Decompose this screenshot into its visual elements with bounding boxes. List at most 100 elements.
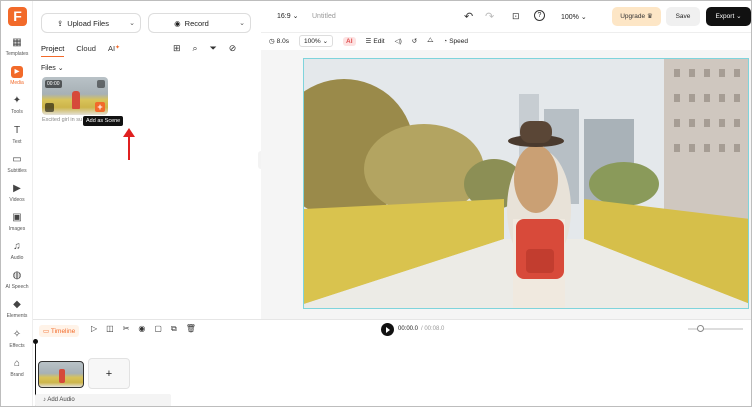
save-button[interactable]: Save [666,7,700,26]
clip-zoom-select[interactable]: 100% ⌄ [298,35,334,47]
rail-item-images[interactable]: ▣ Images [1,212,33,241]
chevron-down-icon: ⌄ [57,65,64,72]
panel-tools: ⊞ ⌕ ⏷ ⊘ [173,43,236,54]
clip-thumbnail-subject [59,369,65,383]
media-tabs: Project Cloud AI✦ [41,44,120,57]
edit-button[interactable]: ☰ Edit [365,37,385,46]
export-button[interactable]: Export ⌄ [706,7,751,26]
files-section-label[interactable]: Files ⌄ [41,64,64,72]
media-icon: ▸ [11,66,23,78]
timeline-clip[interactable] [38,361,84,388]
timeline-zoom-knob[interactable] [697,325,704,332]
add-scene-button[interactable]: + [88,358,130,389]
record-label: Record [184,18,209,28]
brand-logo[interactable]: F [8,7,27,26]
files-label-text: Files [41,65,56,72]
rail-item-label: Templates [5,51,29,57]
rail-item-label: Subtitles [7,168,27,174]
rail-item-label: AI Speech [5,284,29,290]
flip-icon[interactable]: ⧍ [427,37,433,45]
tab-cloud[interactable]: Cloud [76,44,96,57]
record-button[interactable]: ◉ Record ⌄ [148,13,251,33]
clip-toolbar: ◷ 8.0s 100% ⌄ AI ☰ Edit ◁) ↺ ⧍ ◔ Speed [269,32,748,50]
scissors-icon[interactable]: ✂ [123,324,130,334]
volume-icon[interactable]: ◁) [395,37,402,45]
delete-icon[interactable]: 🗑 [186,324,196,334]
images-icon: ▣ [12,212,22,223]
rail-item-tools[interactable]: ✦ Tools [1,95,33,124]
text-icon: T [13,125,21,136]
file-duration: 00:00 [45,80,62,88]
split-icon[interactable]: ◫ [106,324,114,334]
captions-icon[interactable]: ▢ [154,324,162,334]
new-folder-icon[interactable]: ⊞ [173,43,181,54]
speed-button[interactable]: ◔ Speed [443,38,468,45]
aspect-ratio-value: 16:9 [277,13,291,20]
clock-icon: ◷ [269,38,275,45]
chevron-down-icon[interactable]: ⌄ [234,19,250,27]
ai-tools-icon: ✦ [12,95,22,106]
scene-icon[interactable] [45,103,54,112]
tab-project[interactable]: Project [41,44,65,57]
editor-window: F ▦ Templates ▸ Media ✦ Tools T Text ▭ Subtitles ▶… [0,0,752,407]
rail-item-audio[interactable]: ♫ Audio [1,241,33,270]
rail-item-label: Effects [9,343,25,349]
ai-tools-button[interactable]: AI [343,36,356,46]
screenshot-icon[interactable]: ⊡ [512,11,520,22]
upload-files-label: Upload Files [67,18,109,28]
rotate-icon[interactable]: ↺ [412,37,417,45]
chevron-down-icon[interactable]: ⌄ [124,19,140,27]
help-icon[interactable]: ? [534,10,545,21]
rail-item-label: Audio [10,255,24,261]
subtitles-icon: ▭ [12,154,22,165]
play-clip-icon[interactable]: ▷ [91,324,97,334]
sparkle-icon: ✦ [115,45,121,51]
playhead-handle[interactable] [33,339,38,344]
crown-icon: ♛ [646,13,653,20]
rail-item-text[interactable]: T Text [1,125,33,154]
play-button[interactable] [381,323,394,336]
rail-item-brand[interactable]: ⌂ Brand [1,358,33,387]
upgrade-button[interactable]: Upgrade ♛ [612,7,661,26]
duration-control[interactable]: ◷ 8.0s [269,37,289,46]
mask-icon[interactable]: ◉ [138,324,145,334]
rail-item-templates[interactable]: ▦ Templates [1,37,33,66]
record-icon: ◉ [174,18,181,28]
videos-icon: ▶ [13,183,21,194]
rail-item-subtitles[interactable]: ▭ Subtitles [1,154,33,183]
project-title[interactable]: Untitled [312,13,336,20]
sliders-icon: ☰ [365,38,372,45]
rail-item-elements[interactable]: ◆ Elements [1,299,33,328]
timeline-toggle[interactable]: ▭ Timeline [39,325,80,337]
rail-item-media[interactable]: ▸ Media [1,66,33,95]
rail-item-ai-speech[interactable]: ◍ AI Speech [1,270,33,299]
rail-item-videos[interactable]: ▶ Videos [1,183,33,212]
rail-item-label: Tools [11,109,23,115]
duplicate-icon[interactable]: ⧉ [171,324,177,334]
speed-icon: ◔ [443,37,448,45]
ai-speech-icon: ◍ [12,270,22,281]
redo-icon[interactable]: ↷ [485,10,494,23]
media-panel: ⇪ Upload Files ⌄ ◉ Record ⌄ Project Clou… [33,1,261,319]
add-to-scene-icon[interactable]: + [95,102,105,112]
timeline-tools: ▷ ◫ ✂ ◉ ▢ ⧉ 🗑 [91,324,196,334]
add-audio-button[interactable]: ♪ Add Audio [35,394,171,406]
more-options-icon[interactable] [97,80,105,88]
export-label: Export [715,13,735,20]
rail-item-label: Media [10,80,24,86]
upgrade-label: Upgrade [620,13,646,20]
undo-icon[interactable]: ↶ [464,10,473,23]
video-preview[interactable] [303,58,749,309]
zoom-select[interactable]: 100% ⌄ [561,13,587,21]
edit-label: Edit [373,37,385,45]
tab-ai[interactable]: AI✦ [108,44,120,57]
filter-icon[interactable]: ⏷ [210,43,217,54]
hide-used-icon[interactable]: ⊘ [229,43,237,54]
media-file-thumbnail[interactable]: 00:00 + [42,77,108,115]
total-time: / 00:08.0 [421,326,445,332]
tooltip: Add as Scene [83,116,124,126]
aspect-ratio-select[interactable]: 16:9 ⌄ [277,12,298,20]
search-icon[interactable]: ⌕ [193,43,198,54]
rail-item-effects[interactable]: ✧ Effects [1,329,33,358]
upload-files-button[interactable]: ⇪ Upload Files ⌄ [41,13,141,33]
